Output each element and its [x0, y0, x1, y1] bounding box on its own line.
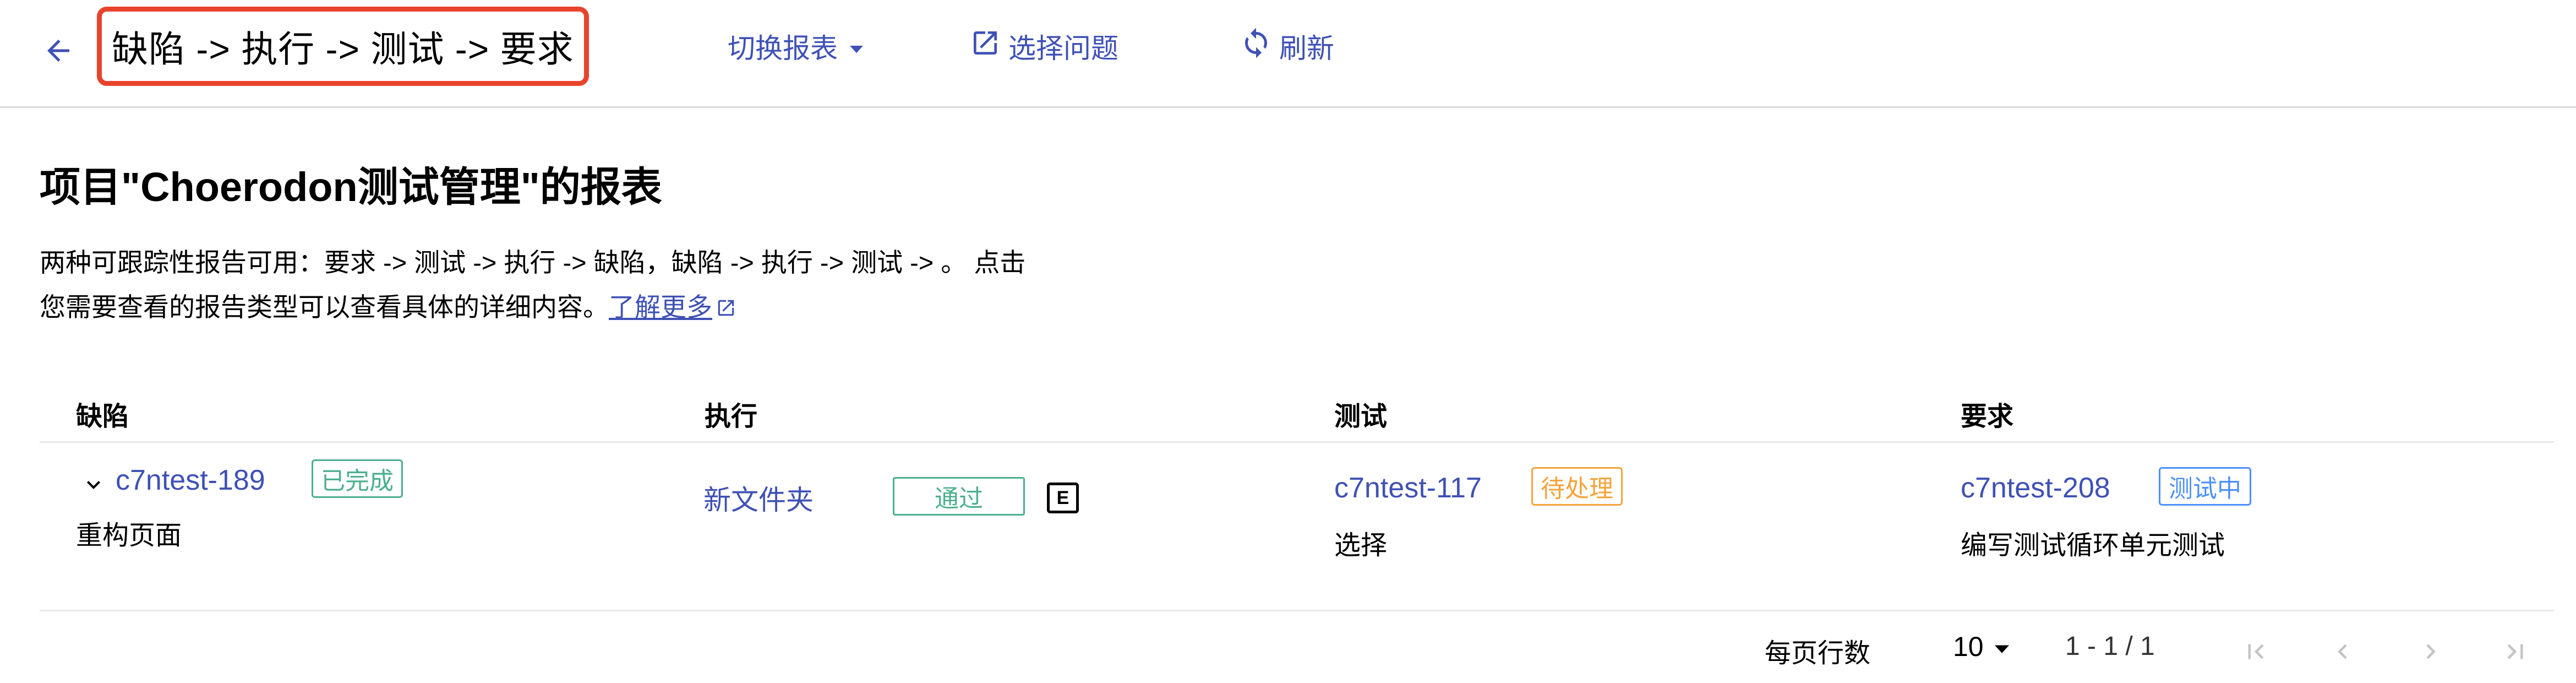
column-header-test: 测试 [1334, 402, 1388, 431]
description-line-1: 两种可跟踪性报告可用：要求 -> 测试 -> 执行 -> 缺陷，缺陷 -> 执行… [40, 248, 1026, 277]
column-header-defect: 缺陷 [76, 402, 129, 431]
table-row: c7ntest-189 已完成 重构页面 新文件夹 通过 E c7ntest-1… [40, 443, 2554, 611]
execution-type-badge: E [1047, 483, 1079, 513]
last-page-button[interactable] [2499, 633, 2532, 672]
caret-down-icon [1984, 631, 2009, 663]
test-issue-link[interactable]: c7ntest-117 [1334, 471, 1482, 505]
execution-status-tag: 通过 [893, 477, 1025, 516]
column-header-execution: 执行 [705, 402, 758, 431]
switch-report-label: 切换报表 [728, 33, 838, 64]
description-line-2: 您需要查看的报告类型可以查看具体的详细内容。了解更多 [40, 285, 1251, 329]
table-header: 缺陷 执行 测试 要求 [40, 378, 2554, 443]
refresh-label: 刷新 [1279, 33, 1334, 64]
report-description: 两种可跟踪性报告可用：要求 -> 测试 -> 执行 -> 缺陷，缺陷 -> 执行… [40, 240, 1251, 329]
page-range-text: 1 - 1 / 1 [2065, 632, 2155, 661]
learn-more-link[interactable]: 了解更多 [609, 292, 736, 322]
first-page-icon [2241, 637, 2271, 669]
requirement-issue-link[interactable]: c7ntest-208 [1961, 471, 2110, 505]
previous-page-button[interactable] [2326, 633, 2359, 672]
back-button[interactable] [36, 30, 80, 74]
first-page-button[interactable] [2239, 633, 2272, 672]
select-issue-label: 选择问题 [1008, 33, 1118, 64]
refresh-button[interactable]: 刷新 [1240, 24, 1334, 68]
last-page-icon [2501, 637, 2530, 669]
description-text: 您需要查看的报告类型可以查看具体的详细内容。 [40, 292, 609, 322]
rows-per-page-label: 每页行数 [1765, 639, 1871, 668]
test-status-tag: 待处理 [1531, 467, 1623, 506]
refresh-icon [1240, 26, 1279, 66]
defect-issue-link[interactable]: c7ntest-189 [116, 464, 265, 497]
column-header-requirement: 要求 [1961, 402, 2014, 431]
report-type-title: 缺陷 -> 执行 -> 测试 -> 要求 [97, 7, 589, 86]
caret-down-icon [850, 30, 863, 62]
arrow-left-icon [42, 34, 75, 70]
open-in-new-icon [970, 28, 1008, 65]
select-issue-button[interactable]: 选择问题 [970, 24, 1118, 68]
next-page-button[interactable] [2414, 633, 2447, 672]
requirement-summary: 编写测试循环单元测试 [1961, 531, 2225, 560]
chevron-down-icon [80, 471, 107, 501]
defect-summary: 重构页面 [76, 521, 182, 550]
page-title: 项目"Choerodon测试管理"的报表 [40, 164, 662, 210]
chevron-right-icon [2416, 637, 2446, 669]
expand-row-toggle[interactable] [78, 470, 109, 501]
defect-status-tag: 已完成 [312, 459, 403, 498]
page-size-value: 10 [1953, 631, 1984, 662]
report-header: 缺陷 -> 执行 -> 测试 -> 要求 切换报表 选择问题 刷新 [0, 0, 2576, 108]
learn-more-label: 了解更多 [609, 292, 712, 322]
external-link-icon [712, 292, 736, 322]
switch-report-button[interactable]: 切换报表 [728, 24, 863, 68]
requirement-status-tag: 测试中 [2159, 467, 2251, 506]
page-size-select[interactable]: 10 [1953, 625, 2009, 669]
test-summary: 选择 [1334, 531, 1388, 560]
chevron-left-icon [2328, 637, 2357, 669]
execution-folder-link[interactable]: 新文件夹 [703, 478, 814, 518]
